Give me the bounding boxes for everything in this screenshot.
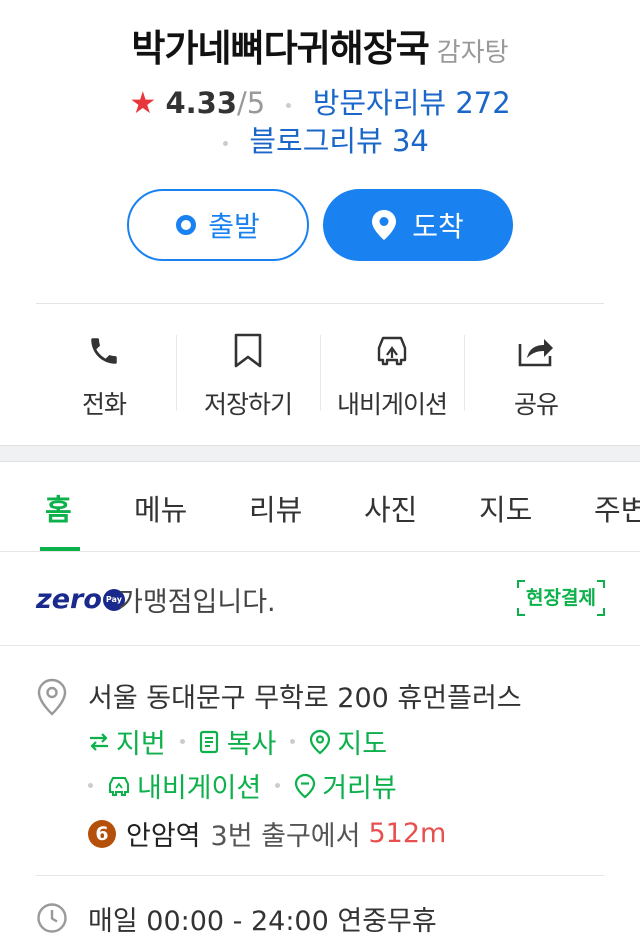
navigation-link[interactable]: 내비게이션: [107, 766, 261, 805]
visitor-reviews-count: 272: [455, 86, 511, 120]
zeropay-logo-text: zero: [36, 584, 102, 615]
arrive-label: 도착: [412, 210, 464, 243]
lot-address-link[interactable]: 지번: [88, 722, 166, 761]
origin-dot-icon: [176, 215, 197, 235]
onsite-payment-label: 현장결제: [526, 587, 596, 609]
onsite-payment-badge: 현장결제: [517, 580, 605, 616]
car-navigation-icon: [373, 331, 411, 371]
tab-photos[interactable]: 사진: [364, 487, 417, 529]
street-view-icon: [295, 773, 316, 798]
depart-button[interactable]: 출발: [127, 189, 309, 261]
location-pin-outline-icon: [36, 678, 68, 720]
map-label: 지도: [337, 729, 388, 760]
rating-score: 4.33: [165, 86, 238, 120]
business-hours: 매일 00:00 - 24:00 연중무휴: [88, 906, 437, 937]
rating-max: /5: [237, 86, 266, 120]
tab-bar: 홈 메뉴 리뷰 사진 지도 주변: [0, 462, 640, 552]
call-button[interactable]: 전화: [32, 305, 176, 435]
address-links-row-2: 내비게이션 거리뷰: [88, 766, 397, 805]
section-gap: [0, 445, 640, 462]
copy-icon: [199, 730, 218, 753]
navigation-button[interactable]: 내비게이션: [320, 305, 464, 435]
lot-address-label: 지번: [116, 729, 166, 760]
place-category: 감자탕: [436, 38, 509, 68]
action-label: 공유: [513, 390, 559, 419]
zeropay-logo: zero Pay: [36, 584, 125, 615]
separator-dot: [223, 140, 229, 146]
share-icon: [517, 331, 555, 371]
copy-link[interactable]: 복사: [199, 722, 277, 761]
tab-nearby[interactable]: 주변: [594, 487, 640, 529]
blog-reviews-label: 블로그리뷰: [249, 124, 383, 158]
swap-arrows-icon: [90, 732, 108, 751]
visitor-reviews-label: 방문자리뷰: [312, 86, 447, 120]
action-label: 전화: [81, 390, 127, 419]
clock-icon: [36, 902, 68, 938]
location-pin-icon: [372, 210, 397, 240]
share-button[interactable]: 공유: [464, 305, 608, 435]
navigation-label: 내비게이션: [137, 773, 262, 804]
title-row: 박가네뼈다귀해장국 감자탕: [0, 18, 640, 72]
street-view-label: 거리뷰: [322, 773, 397, 804]
zeropay-text: 가맹점입니다.: [118, 587, 276, 618]
station-exit: 3번 출구에서: [210, 821, 361, 852]
place-header: 박가네뼈다귀해장국 감자탕 ★ 4.33/5 방문자리뷰 272 블로그리뷰 34…: [0, 0, 640, 445]
address-links-row-1: 지번 복사 지도: [88, 722, 387, 761]
phone-icon: [87, 331, 121, 371]
arrive-button[interactable]: 도착: [323, 189, 513, 261]
subway-info: 6 안암역 3번 출구에서 512m: [88, 814, 446, 853]
map-pin-icon: [310, 729, 331, 754]
rating-row: ★ 4.33/5 방문자리뷰 272: [0, 80, 640, 122]
active-tab-indicator: [40, 547, 80, 551]
place-name: 박가네뼈다귀해장국: [131, 27, 429, 70]
blog-reviews-count: 34: [391, 124, 429, 158]
station-distance: 512m: [368, 818, 447, 849]
divider: [36, 875, 604, 876]
bookmark-icon: [233, 331, 263, 371]
blog-reviews-link[interactable]: 블로그리뷰 34: [249, 124, 429, 158]
separator-dot: [88, 783, 93, 788]
depart-label: 출발: [208, 210, 260, 243]
action-label: 저장하기: [203, 390, 293, 419]
separator-dot: [275, 783, 281, 788]
station-name: 안암역: [126, 821, 201, 852]
street-view-link[interactable]: 거리뷰: [294, 766, 397, 805]
subway-line-badge: 6: [88, 819, 116, 848]
separator-dot: [290, 739, 296, 744]
tab-reviews[interactable]: 리뷰: [249, 487, 302, 529]
star-icon: ★: [129, 86, 157, 121]
tab-map[interactable]: 지도: [479, 487, 532, 529]
tab-menu[interactable]: 메뉴: [134, 487, 187, 529]
map-link[interactable]: 지도: [309, 722, 387, 761]
rating-row-2: 블로그리뷰 34: [0, 118, 640, 160]
address-text: 서울 동대문구 무학로 200 휴먼플러스: [88, 683, 522, 714]
separator-dot: [179, 739, 185, 744]
tab-home[interactable]: 홈: [45, 487, 72, 529]
visitor-reviews-link[interactable]: 방문자리뷰 272: [313, 86, 511, 120]
action-label: 내비게이션: [336, 390, 448, 419]
zeropay-row: zero Pay 가맹점입니다. 현장결제: [0, 552, 640, 646]
action-bar: 전화 저장하기 내비게이션 공유: [32, 305, 608, 435]
save-button[interactable]: 저장하기: [176, 305, 320, 435]
divider: [36, 303, 604, 304]
car-icon: [109, 776, 129, 796]
separator-dot: [286, 102, 292, 108]
copy-label: 복사: [226, 729, 277, 760]
